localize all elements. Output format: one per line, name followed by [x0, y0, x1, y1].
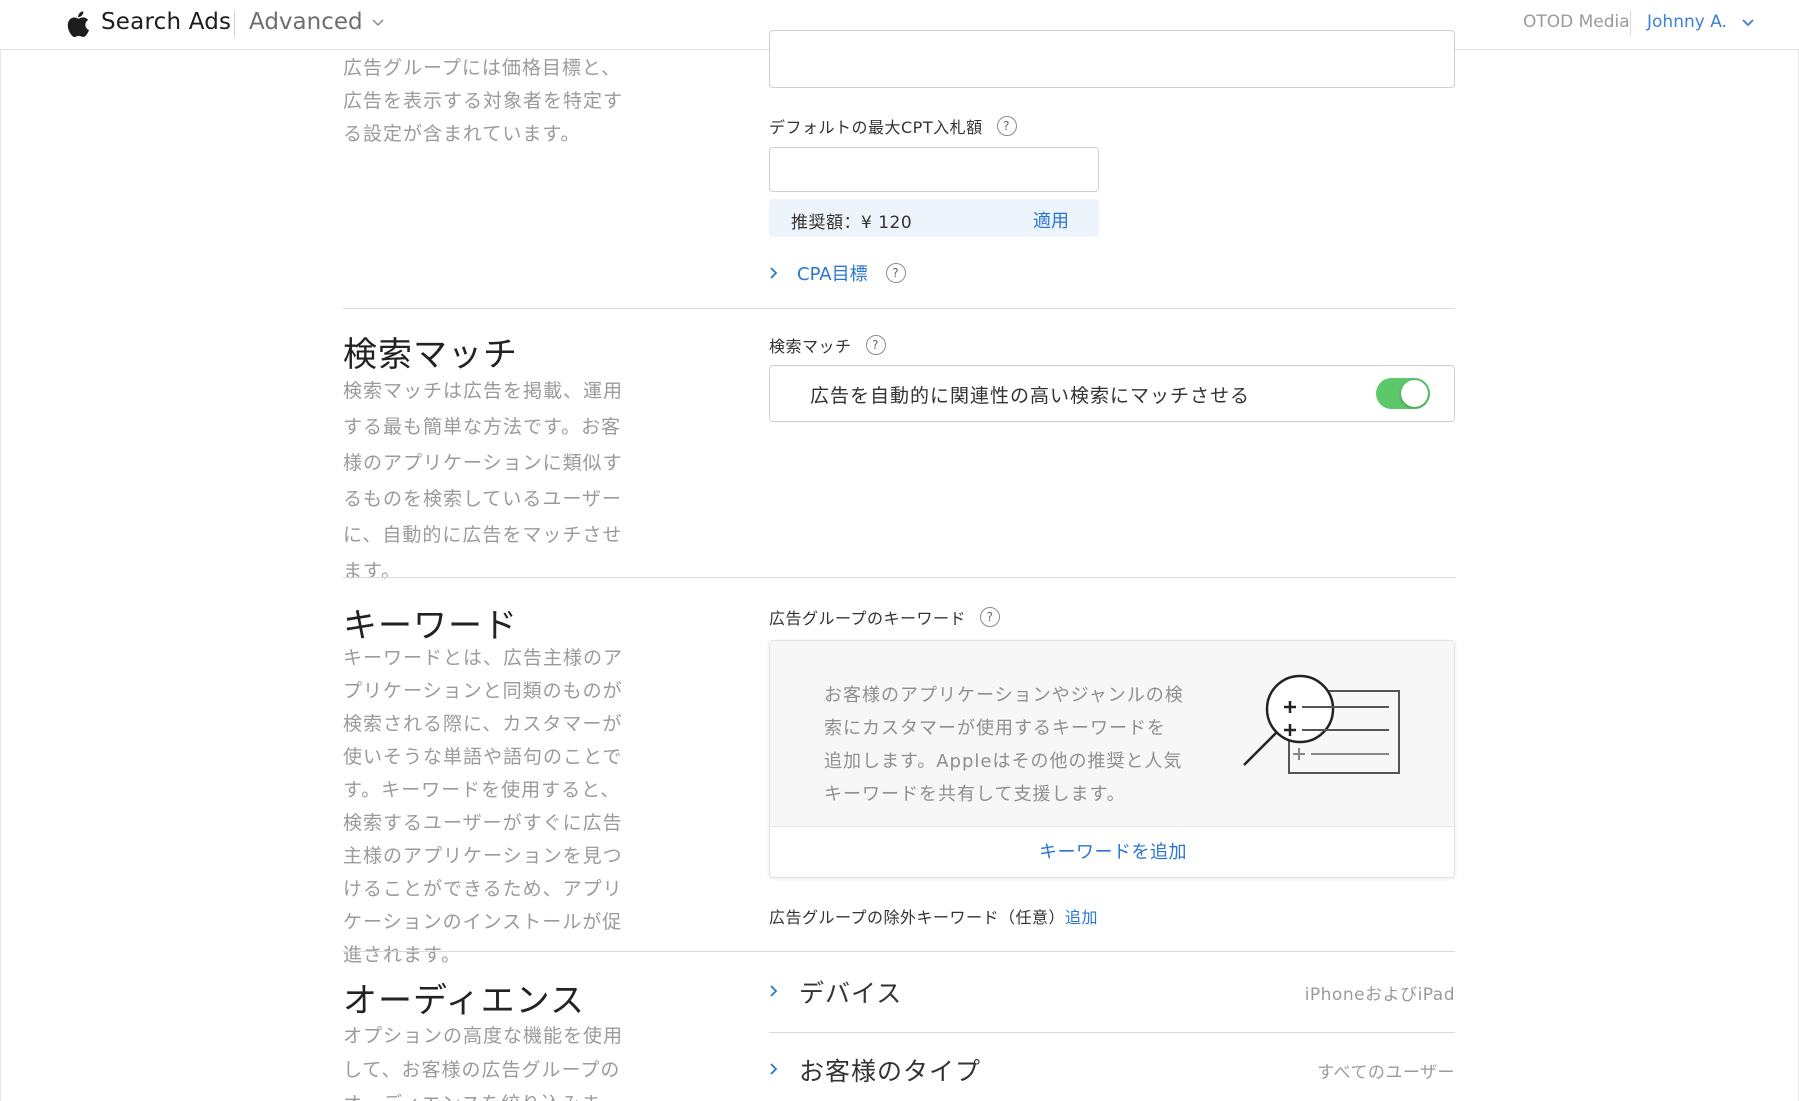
search-match-toggle-row: 広告を自動的に関連性の高い検索にマッチさせる — [769, 365, 1455, 422]
suggested-bid-box: 推奨額：¥ 120 適用 — [769, 199, 1099, 237]
help-icon[interactable]: ? — [996, 116, 1017, 136]
search-match-toggle-text: 広告を自動的に関連性の高い検索にマッチさせる — [810, 385, 1251, 407]
keywords-title: キーワード — [343, 606, 518, 646]
chevron-right-icon — [770, 985, 778, 997]
devices-label: デバイス — [799, 979, 903, 1008]
customer-type-value: すべてのユーザー — [1317, 1063, 1455, 1083]
search-match-title: 検索マッチ — [343, 335, 518, 375]
chevron-down-icon — [372, 19, 384, 27]
customer-type-label: お客様のタイプ — [799, 1057, 982, 1086]
page-left-border — [0, 50, 1, 1101]
header-separator — [1630, 10, 1631, 36]
section-divider — [343, 308, 1455, 309]
keywords-field-label: 広告グループのキーワード ? — [769, 605, 1001, 629]
keywords-label-text: 広告グループのキーワード — [769, 609, 967, 628]
audience-row-divider — [769, 1032, 1455, 1033]
adgroup-name-input[interactable] — [769, 30, 1455, 88]
keywords-card-body: お客様のアプリケーションやジャンルの検索にカスタマーが使用するキーワードを追加し… — [770, 641, 1454, 827]
audience-devices-row[interactable]: デバイス iPhoneおよびiPad — [769, 968, 1455, 1018]
help-icon[interactable]: ? — [885, 263, 906, 283]
section-divider — [343, 951, 1455, 952]
negative-keywords-row: 広告グループの除外キーワード（任意）追加 — [769, 904, 1098, 928]
apply-suggested-bid-link[interactable]: 適用 — [1033, 207, 1069, 233]
audience-description: オプションの高度な機能を使用して、お客様の広告グループのオーディエンスを絞り込み… — [343, 1025, 624, 1101]
user-menu[interactable]: Johnny A. — [1647, 12, 1755, 32]
search-match-field-label: 検索マッチ ? — [769, 333, 886, 357]
help-icon[interactable]: ? — [980, 607, 1001, 627]
negative-keywords-label: 広告グループの除外キーワード（任意） — [769, 908, 1066, 927]
organization-name[interactable]: OTOD Media — [1523, 12, 1630, 32]
cpa-goal-label: CPA目標 — [797, 264, 868, 285]
user-name: Johnny A. — [1647, 12, 1727, 32]
product-label: Advanced — [249, 9, 363, 35]
keywords-card: お客様のアプリケーションやジャンルの検索にカスタマーが使用するキーワードを追加し… — [769, 640, 1455, 878]
keywords-description: キーワードとは、広告主様のアプリケーションと同類のものが検索される際に、カスタマ… — [343, 647, 624, 966]
search-match-label-text: 検索マッチ — [769, 337, 852, 356]
keywords-card-text: お客様のアプリケーションやジャンルの検索にカスタマーが使用するキーワードを追加し… — [824, 685, 1184, 805]
devices-value: iPhoneおよびiPad — [1304, 985, 1455, 1005]
search-match-description: 検索マッチは広告を掲載、運用する最も簡単な方法です。お客様のアプリケーションに類… — [343, 380, 624, 582]
audience-title: オーディエンス — [343, 981, 585, 1021]
max-cpt-label-text: デフォルトの最大CPT入札額 — [769, 118, 983, 137]
chevron-down-icon — [1742, 19, 1754, 27]
keyword-search-illustration-icon — [1243, 674, 1400, 774]
brand-title[interactable]: Search Ads — [101, 9, 231, 35]
product-switcher[interactable]: Advanced — [249, 9, 385, 35]
help-icon[interactable]: ? — [865, 335, 886, 355]
adgroup-description: 広告グループには価格目標と、広告を表示する対象者を特定する設定が含まれています。 — [343, 57, 624, 145]
max-cpt-label: デフォルトの最大CPT入札額 ? — [769, 114, 1017, 138]
add-negative-keywords-link[interactable]: 追加 — [1065, 908, 1098, 927]
brand-separator — [234, 11, 235, 37]
add-keywords-button[interactable]: キーワードを追加 — [770, 827, 1454, 877]
audience-customer-type-row[interactable]: お客様のタイプ すべてのユーザー — [769, 1046, 1455, 1096]
toggle-knob — [1401, 380, 1428, 407]
cpa-goal-expander[interactable]: CPA目標 ? — [769, 260, 906, 286]
search-match-toggle-switch[interactable] — [1376, 378, 1430, 409]
section-divider — [343, 577, 1455, 578]
suggested-bid-text: 推奨額：¥ 120 — [791, 213, 913, 233]
apple-logo-icon[interactable] — [64, 9, 90, 39]
chevron-right-icon — [770, 267, 778, 279]
max-cpt-input[interactable] — [769, 147, 1099, 192]
chevron-right-icon — [770, 1063, 778, 1075]
